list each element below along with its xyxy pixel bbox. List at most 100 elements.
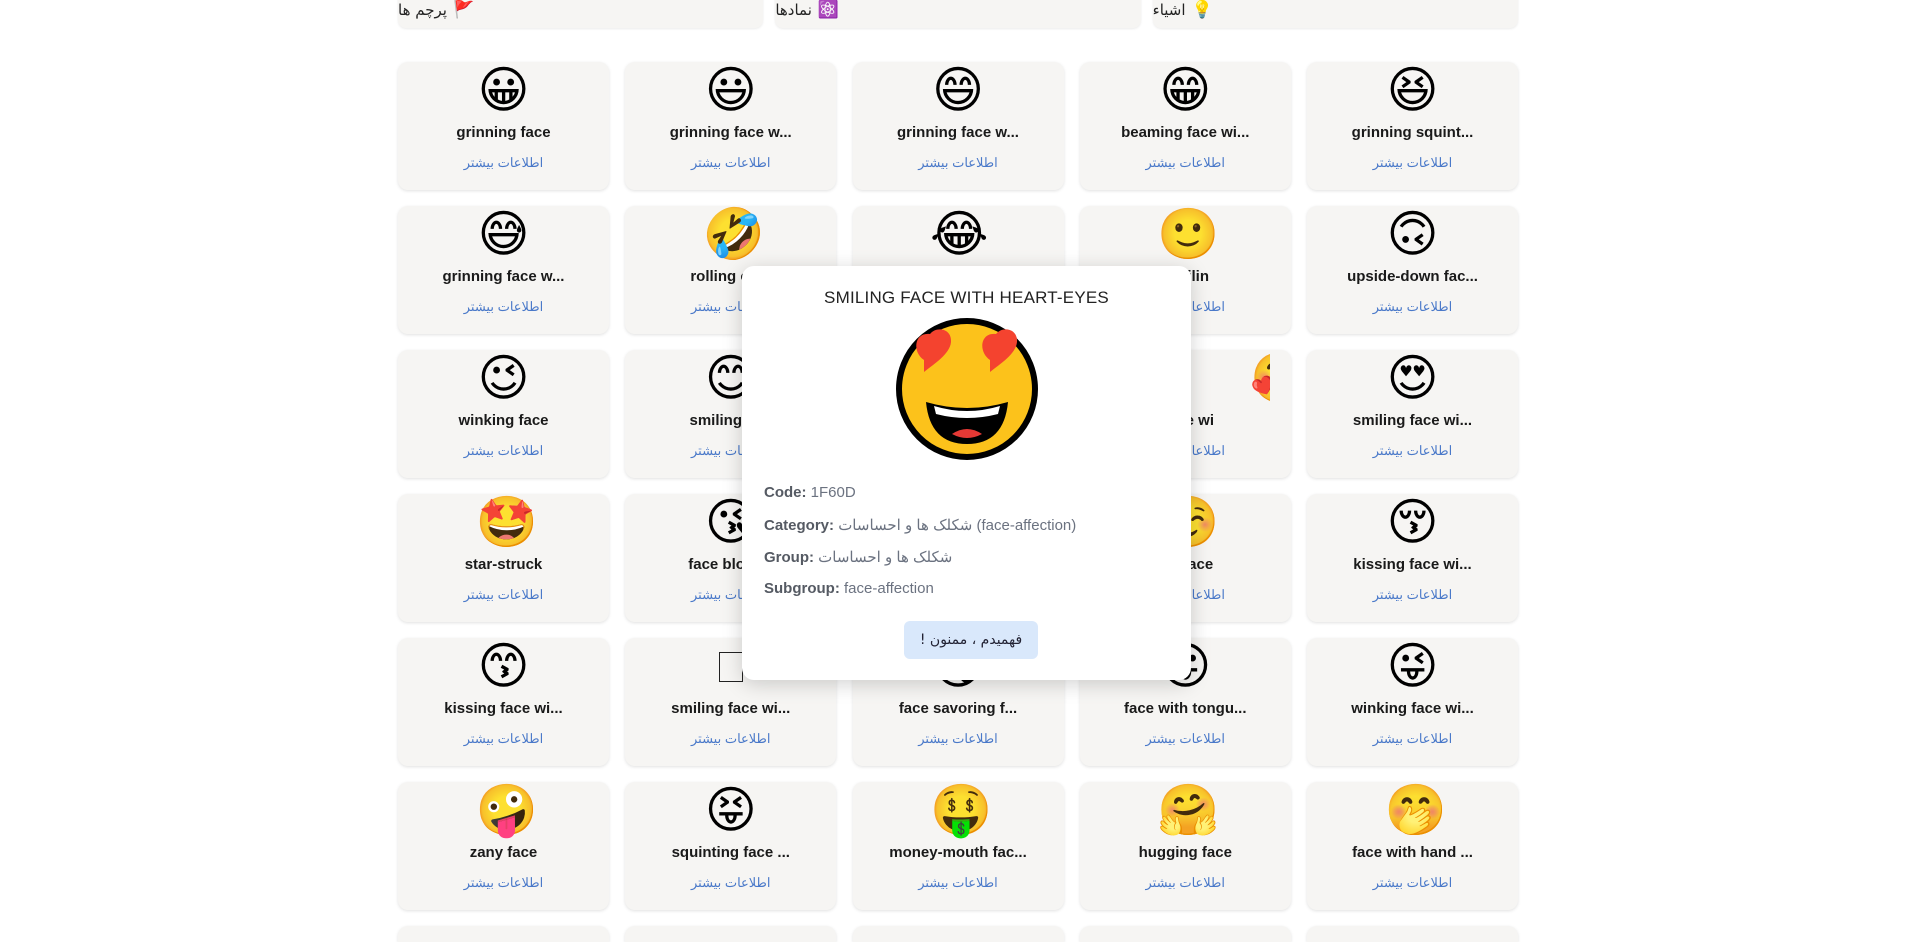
emoji-icon: 😃 bbox=[704, 61, 757, 119]
emoji-icon: 😀 bbox=[477, 61, 530, 119]
emoji-icon: 🙃 bbox=[1386, 205, 1439, 263]
subgroup-label: Subgroup: bbox=[764, 580, 840, 597]
emoji-card[interactable] bbox=[398, 926, 609, 942]
emoji-card[interactable]: 😅 grinning face w... اطلاعات بیشتر bbox=[398, 206, 609, 334]
emoji-card[interactable]: 😜 winking face wi... اطلاعات بیشتر bbox=[1307, 638, 1518, 766]
emoji-name: money-mouth fac... bbox=[889, 844, 1027, 861]
emoji-card[interactable]: 😁 beaming face wi... اطلاعات بیشتر bbox=[1079, 61, 1291, 190]
emoji-card[interactable]: 🤭 face with hand ... اطلاعات بیشتر bbox=[1307, 782, 1518, 910]
more-info-link[interactable]: اطلاعات بیشتر bbox=[1373, 443, 1453, 459]
emoji-icon: 🤩 bbox=[475, 493, 538, 551]
flag-icon: 🚩 bbox=[452, 0, 475, 20]
emoji-icon: 😜 bbox=[1386, 637, 1439, 695]
emoji-name: beaming face wi... bbox=[1121, 124, 1250, 141]
category-label: Category: bbox=[764, 517, 835, 534]
more-info-link[interactable]: اطلاعات بیشتر bbox=[691, 875, 771, 891]
emoji-detail-modal: SMILING FACE WITH HEART-EYES Code: 1F60D… bbox=[742, 266, 1191, 680]
more-info-link[interactable]: اطلاعات بیشتر bbox=[1373, 731, 1453, 747]
emoji-card[interactable]: 😚 kissing face wi... اطلاعات بیشتر bbox=[1307, 494, 1518, 622]
emoji-card[interactable]: 😆 grinning squint... اطلاعات بیشتر bbox=[1307, 62, 1518, 190]
more-info-link[interactable]: اطلاعات بیشتر bbox=[1373, 875, 1453, 891]
emoji-card[interactable]: 😄 grinning face w... اطلاعات بیشتر bbox=[852, 61, 1064, 190]
more-info-link[interactable]: اطلاعات بیشتر bbox=[1145, 155, 1225, 171]
emoji-name: face with tongu... bbox=[1124, 700, 1247, 717]
emoji-name: smiling face wi... bbox=[1352, 412, 1473, 429]
emoji-icon: 🤪 bbox=[475, 781, 538, 839]
more-info-link[interactable]: اطلاعات بیشتر bbox=[918, 731, 998, 747]
emoji-icon: 😚 bbox=[1386, 493, 1439, 551]
emoji-card[interactable] bbox=[625, 926, 837, 942]
emoji-card[interactable] bbox=[1307, 926, 1518, 942]
subgroup-row: Subgroup: face-affection bbox=[764, 580, 934, 597]
emoji-name: grinning face w... bbox=[442, 268, 565, 285]
more-info-link[interactable]: اطلاعات بیشتر bbox=[464, 875, 544, 891]
category-row: Category: شکلک ها و احساسات (face-affect… bbox=[764, 516, 1076, 534]
code-row: Code: 1F60D bbox=[764, 484, 856, 501]
emoji-card[interactable]: 😙 kissing face wi... اطلاعات بیشتر bbox=[398, 638, 609, 766]
emoji-name: grinning face bbox=[456, 124, 551, 141]
tab-flags[interactable]: 🚩 پرچم ها bbox=[398, 0, 764, 28]
more-info-link[interactable]: اطلاعات بیشتر bbox=[918, 875, 998, 891]
emoji-card[interactable]: 🤑 money-mouth fac... اطلاعات بیشتر bbox=[852, 781, 1064, 910]
emoji-icon: 😅 bbox=[477, 205, 530, 263]
emoji-icon: 🤗 bbox=[1157, 781, 1220, 839]
got-it-button[interactable]: فهمیدم ، ممنون ! bbox=[904, 621, 1038, 659]
emoji-name: winking face wi... bbox=[1351, 700, 1474, 717]
emoji-card[interactable]: 🤗 hugging face اطلاعات بیشتر bbox=[1079, 781, 1291, 910]
emoji-icon: 😆 bbox=[1386, 61, 1439, 119]
emoji-card[interactable] bbox=[852, 926, 1064, 942]
emoji-name: squinting face ... bbox=[671, 844, 790, 861]
group-label: Group: bbox=[764, 549, 814, 566]
code-value: 1F60D bbox=[810, 484, 856, 501]
emoji-card[interactable]: 😉 winking face اطلاعات بیشتر bbox=[398, 350, 609, 478]
more-info-link[interactable]: اطلاعات بیشتر bbox=[918, 155, 998, 171]
more-info-link[interactable]: اطلاعات بیشتر bbox=[464, 443, 544, 459]
emoji-icon: 😝 bbox=[704, 781, 757, 839]
more-info-link[interactable]: اطلاعات بیشتر bbox=[1373, 155, 1453, 171]
emoji-icon: 😍 bbox=[1386, 349, 1439, 407]
tab-label: نمادها bbox=[775, 1, 812, 19]
emoji-icon: 🤑 bbox=[930, 781, 993, 839]
tab-label: پرچم ها bbox=[398, 1, 447, 19]
emoji-card[interactable]: 😍 smiling face wi... اطلاعات بیشتر bbox=[1307, 350, 1518, 478]
emoji-icon: 🙂 bbox=[1157, 205, 1220, 263]
more-info-link[interactable]: اطلاعات بیشتر bbox=[691, 155, 771, 171]
group-row: Group: شکلک ها و احساسات bbox=[764, 548, 952, 566]
atom-symbol-icon: ⚛️ bbox=[817, 0, 840, 20]
emoji-name: zany face bbox=[469, 844, 538, 861]
more-info-link[interactable]: اطلاعات بیشتر bbox=[691, 731, 771, 747]
emoji-icon: 😙 bbox=[477, 637, 530, 695]
tab-label: اشیاء bbox=[1152, 1, 1186, 19]
emoji-card[interactable]: 😀 grinning face اطلاعات بیشتر bbox=[398, 62, 609, 190]
more-info-link[interactable]: اطلاعات بیشتر bbox=[464, 299, 544, 315]
emoji-icon: 😉 bbox=[477, 349, 530, 407]
emoji-card[interactable]: 🤩 star-struck اطلاعات بیشتر bbox=[398, 494, 609, 622]
emoji-icon: 😁 bbox=[1159, 61, 1212, 119]
more-info-link[interactable]: اطلاعات بیشتر bbox=[464, 587, 544, 603]
more-info-link[interactable]: اطلاعات بیشتر bbox=[464, 731, 544, 747]
tab-objects[interactable]: 💡 اشیاء bbox=[1152, 0, 1518, 28]
more-info-link[interactable]: اطلاعات بیشتر bbox=[1373, 299, 1453, 315]
more-info-link[interactable]: اطلاعات بیشتر bbox=[1373, 587, 1453, 603]
emoji-name: face savoring f... bbox=[898, 700, 1018, 717]
tab-symbols[interactable]: ⚛️ نمادها bbox=[775, 0, 1141, 28]
more-info-link[interactable]: اطلاعات بیشتر bbox=[464, 155, 544, 171]
emoji-icon: 🤣 bbox=[702, 205, 766, 263]
emoji-icon: 🥰 bbox=[1250, 350, 1270, 406]
emoji-name: hugging face bbox=[1138, 844, 1232, 861]
emoji-name: kissing face wi... bbox=[1353, 556, 1472, 573]
emoji-card[interactable]: 😝 squinting face ... اطلاعات بیشتر bbox=[625, 781, 837, 910]
more-info-link[interactable]: اطلاعات بیشتر bbox=[1145, 731, 1225, 747]
group-value: شکلک ها و احساسات bbox=[818, 549, 953, 566]
emoji-card[interactable]: 😃 grinning face w... اطلاعات بیشتر bbox=[625, 61, 837, 190]
emoji-card[interactable]: 🙃 upside-down fac... اطلاعات بیشتر bbox=[1307, 206, 1518, 334]
more-info-link[interactable]: اطلاعات بیشتر bbox=[1145, 875, 1225, 891]
emoji-name: kissing face wi... bbox=[444, 700, 563, 717]
emoji-icon: 😄 bbox=[931, 61, 985, 119]
category-tabs: 🚩 پرچم ها ⚛️ نمادها 💡 اشیاء bbox=[398, 0, 1518, 28]
emoji-name: smiling face wi... bbox=[671, 700, 791, 717]
emoji-name: star-struck bbox=[464, 556, 543, 573]
emoji-card[interactable] bbox=[1079, 926, 1291, 942]
emoji-name: grinning squint... bbox=[1351, 124, 1474, 141]
emoji-card[interactable]: 🤪 zany face اطلاعات بیشتر bbox=[398, 782, 609, 910]
